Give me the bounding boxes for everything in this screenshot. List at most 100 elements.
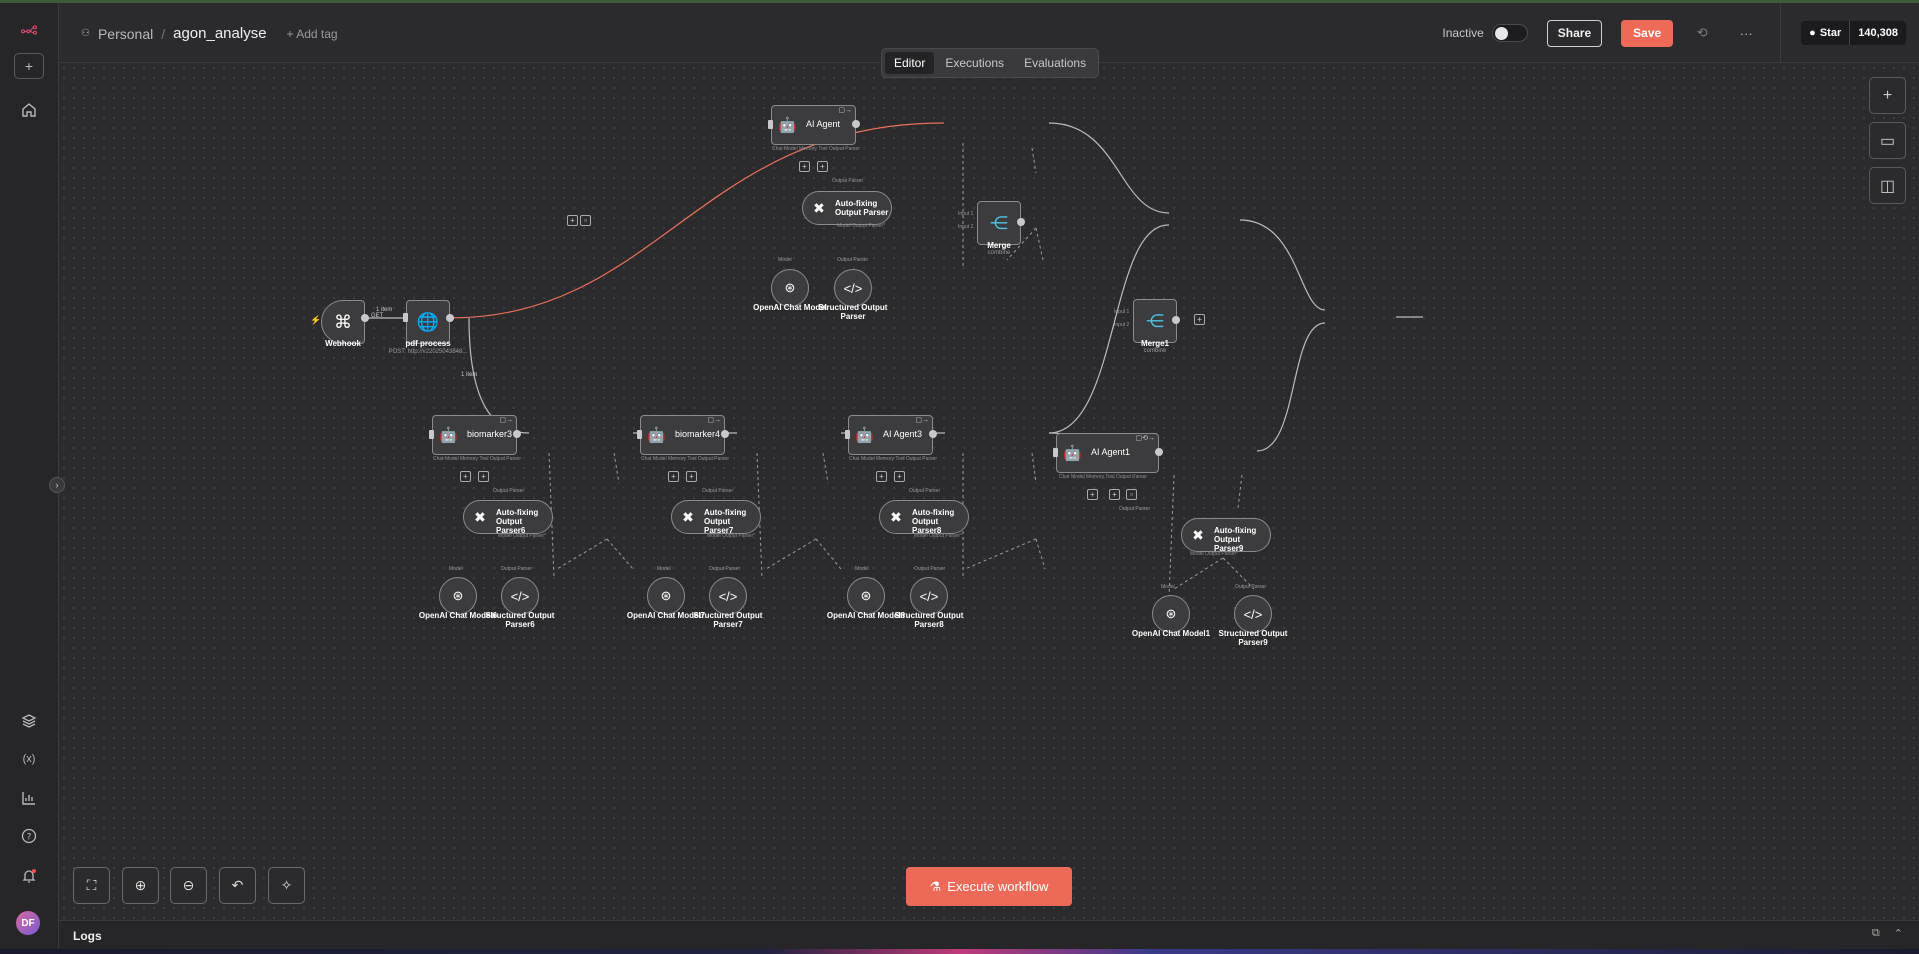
tab-executions[interactable]: Executions: [936, 52, 1013, 74]
tools-icon: ✖: [474, 509, 486, 525]
biomarker4-node[interactable]: 🤖 biomarker4 ▢→: [640, 415, 725, 455]
add-tag-link[interactable]: + Add tag: [287, 27, 338, 41]
tab-evaluations[interactable]: Evaluations: [1015, 52, 1095, 74]
pdf-input-port[interactable]: [403, 313, 408, 322]
memory-add-icon[interactable]: +: [1087, 489, 1098, 500]
home-icon[interactable]: [14, 95, 44, 125]
sidebar-expand-icon[interactable]: ›: [49, 477, 65, 493]
sticky-note-button[interactable]: ▭: [1869, 122, 1906, 159]
undo-button[interactable]: ↶: [219, 867, 256, 904]
logs-expand-icon[interactable]: ⌃: [1894, 927, 1903, 940]
pdf-process-node[interactable]: 🌐: [406, 300, 450, 344]
structured-output-parser-node[interactable]: </>: [834, 269, 872, 307]
node-flags-icon: ▢→: [915, 417, 929, 424]
ai-agent1-node[interactable]: 🤖 AI Agent1 ▢⟲→: [1056, 433, 1159, 473]
auto-fixing-parser9-node[interactable]: ✖ Auto-fixing Output Parser9: [1181, 518, 1271, 553]
variables-icon[interactable]: (x): [14, 744, 44, 774]
memory-add-icon[interactable]: +: [799, 161, 810, 172]
ai-agent3-input-port[interactable]: [845, 430, 850, 439]
model-label: Model: [1161, 584, 1175, 590]
auto-fixing-parser6-node[interactable]: ✖ Auto-fixing Output Parser6: [463, 500, 553, 535]
biomarker3-input-port[interactable]: [429, 430, 434, 439]
webhook-node[interactable]: ⌘: [321, 300, 365, 344]
ai-agent1-output-port[interactable]: [1155, 448, 1163, 456]
ai-agent3-node[interactable]: 🤖 AI Agent3 ▢→: [848, 415, 933, 455]
biomarker4-output-port[interactable]: [721, 430, 729, 438]
tab-editor[interactable]: Editor: [885, 52, 935, 74]
add-node-button[interactable]: +: [1869, 77, 1906, 114]
merge1-output-port[interactable]: [1172, 316, 1180, 324]
ai-agent3-output-port[interactable]: [929, 430, 937, 438]
execute-workflow-button[interactable]: ⚗ Execute workflow: [906, 867, 1072, 906]
avatar[interactable]: DF: [16, 911, 40, 935]
active-toggle[interactable]: [1491, 24, 1528, 42]
zoom-in-button[interactable]: ⊕: [122, 867, 159, 904]
share-button[interactable]: Share: [1546, 19, 1603, 47]
edge-add-icon[interactable]: +: [567, 215, 578, 226]
ai-agent-node[interactable]: 🤖 AI Agent ▢→: [771, 105, 856, 145]
tool-add-icon[interactable]: +: [894, 471, 905, 482]
panel-toggle-button[interactable]: ◫: [1869, 167, 1906, 204]
merge-output-port[interactable]: [1017, 218, 1025, 226]
code-icon: </>: [843, 280, 863, 296]
auto-fixing-parser8-node[interactable]: ✖ Auto-fixing Output Parser8: [879, 500, 969, 535]
output-parser-label: Output Parser: [709, 566, 741, 572]
webhook-output-port[interactable]: [361, 314, 369, 322]
insights-icon[interactable]: [14, 783, 44, 813]
merge1-node[interactable]: ⋲: [1133, 299, 1177, 343]
project-owner[interactable]: Personal: [98, 26, 153, 42]
logs-panel[interactable]: Logs ⧉ ⌃: [59, 920, 1919, 949]
workflow-name[interactable]: agon_analyse: [173, 25, 266, 42]
structured-output-parser7-node[interactable]: </>: [709, 577, 747, 615]
tidy-up-button[interactable]: ✧: [268, 867, 305, 904]
structured-output-parser8-node[interactable]: </>: [910, 577, 948, 615]
openai-chat-model8-node[interactable]: ⊛: [847, 577, 885, 615]
memory-add-icon[interactable]: +: [460, 471, 471, 482]
tool-add-icon[interactable]: +: [1109, 489, 1120, 500]
biomarker3-node[interactable]: 🤖 biomarker3 ▢→: [432, 415, 517, 455]
openai-chat-model7-node[interactable]: ⊛: [647, 577, 685, 615]
ai-agent-input-port[interactable]: [768, 120, 773, 129]
biomarker3-output-port[interactable]: [513, 430, 521, 438]
robot-icon: 🤖: [439, 427, 458, 444]
save-button[interactable]: Save: [1621, 19, 1674, 47]
n8n-logo-icon[interactable]: [14, 15, 44, 45]
biomarker4-input-port[interactable]: [637, 430, 642, 439]
openai-chat-model1-node[interactable]: ⊛: [1152, 595, 1190, 633]
merge1-add-next-icon[interactable]: +: [1194, 314, 1205, 325]
fit-view-button[interactable]: ⛶: [73, 867, 110, 904]
tools-icon: ✖: [890, 509, 902, 525]
structured-output-parser9-node[interactable]: </>: [1234, 595, 1272, 633]
tool-add-icon[interactable]: +: [817, 161, 828, 172]
zoom-out-button[interactable]: ⊖: [170, 867, 207, 904]
workflow-canvas[interactable]: ⌘ ⚡ GET Webhook 1 item 🌐 pdf process POS…: [59, 63, 1919, 920]
ai-agent-output-port[interactable]: [852, 120, 860, 128]
openai-chat-model-node[interactable]: ⊛: [771, 269, 809, 307]
help-icon[interactable]: ?: [14, 821, 44, 851]
add-icon[interactable]: +: [14, 53, 44, 79]
templates-icon[interactable]: [14, 706, 44, 736]
openai-chat-model6-node[interactable]: ⊛: [439, 577, 477, 615]
tool-add-icon[interactable]: +: [686, 471, 697, 482]
biomarker4-title: biomarker4: [675, 429, 721, 439]
memory-add-icon[interactable]: +: [876, 471, 887, 482]
auto-fixing-parser-node[interactable]: ✖ Auto-fixing Output Parser: [802, 191, 892, 225]
robot-icon: 🤖: [778, 117, 797, 134]
tool-add-icon[interactable]: +: [478, 471, 489, 482]
history-icon[interactable]: ⟲: [1692, 25, 1712, 41]
ai-agent1-input-port[interactable]: [1053, 448, 1058, 457]
undo-icon: ↶: [231, 877, 244, 893]
merge-node[interactable]: ⋲: [977, 201, 1021, 245]
github-star-label: Star: [1819, 27, 1842, 39]
more-options-icon[interactable]: ···: [1736, 26, 1756, 41]
edge-delete-icon[interactable]: ▫: [580, 215, 591, 226]
notifications-icon[interactable]: [14, 861, 44, 891]
structured-output-parser6-node[interactable]: </>: [501, 577, 539, 615]
github-star-count: 140,308: [1850, 21, 1906, 45]
memory-add-icon[interactable]: +: [668, 471, 679, 482]
output-parser-delete-icon[interactable]: ▫: [1126, 489, 1137, 500]
pdf-output-port[interactable]: [446, 314, 454, 322]
auto-fixing-parser7-node[interactable]: ✖ Auto-fixing Output Parser7: [671, 500, 761, 535]
logs-popout-icon[interactable]: ⧉: [1872, 927, 1880, 940]
github-star-button[interactable]: ● Star 140,308: [1801, 21, 1906, 45]
